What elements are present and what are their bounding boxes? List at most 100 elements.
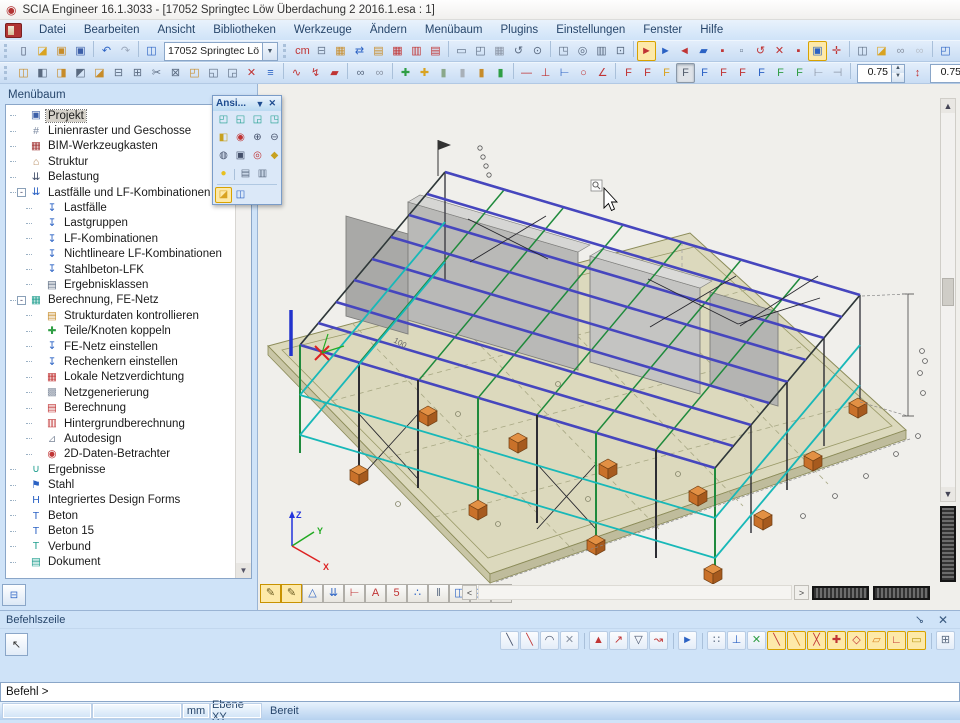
- status-workplane[interactable]: Ebene XY: [211, 704, 261, 718]
- select-by-filter-button[interactable]: ✕: [770, 41, 789, 61]
- toolbar-close-icon[interactable]: ✕: [266, 98, 278, 109]
- dimension-line-button[interactable]: ―: [517, 63, 536, 83]
- toolbar-grip[interactable]: [4, 44, 11, 58]
- load-panel-update-button[interactable]: F: [790, 63, 809, 83]
- statistics-button[interactable]: ▥: [592, 41, 611, 61]
- menu-datei[interactable]: Datei: [30, 24, 75, 36]
- tree-item-lf-kombinationen[interactable]: ↧ LF-Kombinationen: [10, 231, 236, 246]
- ortho-button[interactable]: ⊥: [727, 631, 746, 650]
- zoom-control-horizontal[interactable]: [873, 586, 930, 600]
- snap-tangent-button[interactable]: ◇: [847, 631, 866, 650]
- break-bar-button[interactable]: ◰: [185, 63, 204, 83]
- tree-item-berechnung-fe-netz[interactable]: - ▦ Berechnung, FE-Netz: [10, 293, 236, 308]
- align-bar-button[interactable]: ≡: [261, 63, 280, 83]
- tree-item-hintergrundberechnung[interactable]: ▥ Hintergrundberechnung: [10, 416, 236, 431]
- tree-item-lastfaelle[interactable]: ↧ Lastfälle: [10, 200, 236, 215]
- close-icon[interactable]: ✕: [932, 613, 954, 627]
- snap-perpendicular-button[interactable]: ∟: [887, 631, 906, 650]
- grid-snap-button[interactable]: ∷: [707, 631, 726, 650]
- model-viewport[interactable]: 100 Z Y X ✎✎△⇊⊢A5∴‖◫◰⊞ < >: [258, 84, 960, 610]
- menu-aendern[interactable]: Ändern: [361, 24, 416, 36]
- visibility-glasses-2-button[interactable]: ∞: [370, 63, 389, 83]
- print-button[interactable]: ▭: [452, 41, 471, 61]
- activity-filter-off-button[interactable]: ∞: [910, 41, 929, 61]
- zoom-in-button[interactable]: ⊕: [249, 130, 266, 146]
- snap-intersection-button[interactable]: ╳: [807, 631, 826, 650]
- column-delete-button[interactable]: ▮: [453, 63, 472, 83]
- new-document-button[interactable]: ▯: [14, 41, 33, 61]
- select-remove-button[interactable]: ◄: [675, 41, 694, 61]
- tree-item-struktur[interactable]: ⌂ Struktur: [10, 154, 236, 169]
- table-input-button[interactable]: ▤: [426, 41, 445, 61]
- tree-item-ergebnisse[interactable]: ∪ Ergebnisse: [10, 462, 236, 477]
- snap-center-button[interactable]: ✚: [827, 631, 846, 650]
- rotate-bar-button[interactable]: ◪: [90, 63, 109, 83]
- extend-bar-button[interactable]: ⊠: [166, 63, 185, 83]
- link-parts-button[interactable]: ✚: [396, 63, 415, 83]
- menu-ansicht[interactable]: Ansicht: [148, 24, 204, 36]
- print-preview-button[interactable]: ◰: [471, 41, 490, 61]
- clipboard-button[interactable]: ▤: [369, 41, 388, 61]
- copy-bar-button[interactable]: ◨: [52, 63, 71, 83]
- load-panel-off-button[interactable]: ⊢: [809, 63, 828, 83]
- point-node-button[interactable]: ↗: [609, 631, 628, 650]
- mirror-bar-button[interactable]: ◩: [71, 63, 90, 83]
- bill-of-material-button[interactable]: ◳: [554, 41, 573, 61]
- zoom-selection-button[interactable]: ◎: [249, 148, 266, 164]
- snap-midpoint-button[interactable]: ╲: [787, 631, 806, 650]
- freehand-select-button[interactable]: ↯: [306, 63, 325, 83]
- load-panel-corner-button[interactable]: F: [733, 63, 752, 83]
- move-bar-button[interactable]: ◧: [33, 63, 52, 83]
- menu-bearbeiten[interactable]: Bearbeiten: [75, 24, 149, 36]
- load-panel-edge-button[interactable]: F: [714, 63, 733, 83]
- show-axes-button[interactable]: △: [302, 584, 323, 603]
- activity-filter-button[interactable]: ∞: [891, 41, 910, 61]
- spinner-buttons[interactable]: ▲▼: [891, 65, 904, 82]
- show-numbers-button[interactable]: 5: [386, 584, 407, 603]
- view-front-button[interactable]: ◱: [232, 112, 249, 128]
- polygon-select-button[interactable]: ▰: [325, 63, 344, 83]
- window-tile-button[interactable]: ◳: [955, 41, 960, 61]
- dimension-circle-button[interactable]: ○: [574, 63, 593, 83]
- menu-einstellungen[interactable]: Einstellungen: [547, 24, 634, 36]
- tree-item-linienraster[interactable]: # Linienraster und Geschosse: [10, 123, 236, 138]
- hscroll-track[interactable]: [478, 585, 792, 600]
- column-insert-button[interactable]: ▮: [434, 63, 453, 83]
- select-by-workplane-button[interactable]: ▣: [808, 41, 827, 61]
- load-panel-button[interactable]: F: [695, 63, 714, 83]
- join-bar-button[interactable]: ◱: [204, 63, 223, 83]
- toolbar-grip[interactable]: [283, 44, 290, 58]
- point-curve-button[interactable]: ↝: [649, 631, 668, 650]
- view-3d-window-button[interactable]: ◫: [232, 187, 249, 203]
- point-endpoint-button[interactable]: ▲: [589, 631, 608, 650]
- undo-button[interactable]: ↶: [97, 41, 116, 61]
- tree-item-teile-knoten[interactable]: ✚ Teile/Knoten koppeln: [10, 323, 236, 338]
- fast-draw-2-button[interactable]: ✎: [281, 584, 302, 603]
- tree-expander-icon[interactable]: -: [17, 296, 26, 305]
- tree-item-2d-daten[interactable]: ◉ 2D-Daten-Betrachter: [10, 447, 236, 462]
- snap-ruler-button[interactable]: ▭: [907, 631, 926, 650]
- trim-bar-button[interactable]: ✂: [147, 63, 166, 83]
- snap-arc-button[interactable]: ◠: [540, 631, 559, 650]
- clipboard-view-button[interactable]: ◪: [215, 187, 232, 203]
- tree-item-nichtlineare-lf[interactable]: ↧ Nichtlineare LF-Kombinationen: [10, 247, 236, 262]
- tree-item-integriertes-design[interactable]: H Integriertes Design Forms: [10, 493, 236, 508]
- show-loads-button[interactable]: ⇊: [323, 584, 344, 603]
- load-layer-state-button[interactable]: ◪: [872, 41, 891, 61]
- hinge-start-button[interactable]: F: [619, 63, 638, 83]
- menu-fenster[interactable]: Fenster: [634, 24, 691, 36]
- mesh-button[interactable]: ▦: [388, 41, 407, 61]
- zoom-control-vertical[interactable]: [940, 506, 956, 582]
- move-copy-button[interactable]: ⇄: [350, 41, 369, 61]
- menu-menubaum[interactable]: Menübaum: [416, 24, 492, 36]
- cut-bar-button[interactable]: ✕: [242, 63, 261, 83]
- tree-item-autodesign[interactable]: ⊿ Autodesign: [10, 431, 236, 446]
- hscroll-left-icon[interactable]: <: [462, 585, 477, 600]
- dimension-angle-button[interactable]: ∠: [593, 63, 612, 83]
- zoom-out-button[interactable]: ⊖: [266, 130, 283, 146]
- column-check-button[interactable]: ▮: [491, 63, 510, 83]
- modify-bar-button[interactable]: ◫: [14, 63, 33, 83]
- zoom-all-button[interactable]: ▣: [232, 148, 249, 164]
- load-panel-generate-button[interactable]: F: [771, 63, 790, 83]
- calculator-button[interactable]: ▦: [490, 41, 509, 61]
